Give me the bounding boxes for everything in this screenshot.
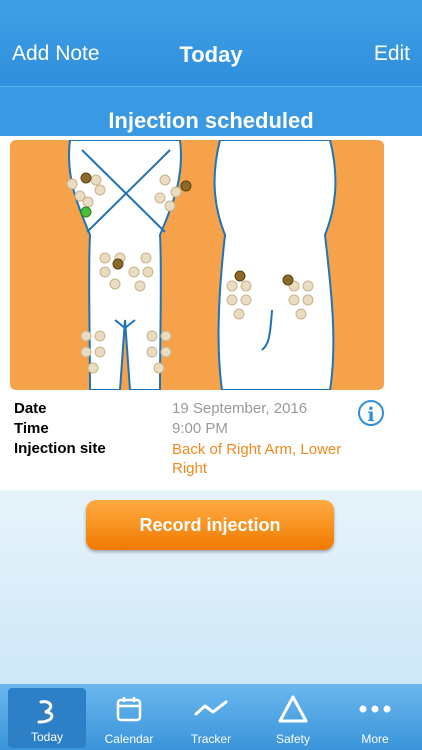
tab-safety-label: Safety (275, 732, 311, 746)
page-title: Today (179, 42, 243, 67)
today-icon (37, 700, 54, 724)
tab-safety[interactable]: Safety (254, 684, 332, 750)
tab-more-label: More (361, 732, 389, 746)
injection-card: Date 19 September, 2016 Time 9:00 PM Inj… (0, 136, 422, 490)
safety-icon (278, 695, 308, 723)
tab-today-label: Today (30, 730, 64, 744)
tab-calendar-label: Calendar (104, 732, 154, 746)
date-value: 19 September, 2016 (172, 400, 308, 417)
body-injection-map[interactable] (10, 140, 384, 390)
body-diagram (10, 140, 384, 390)
tab-today[interactable]: Today (8, 688, 86, 748)
injection-site-label: Injection site (14, 440, 106, 457)
date-label: Date (14, 400, 47, 417)
tab-tracker[interactable]: Tracker (172, 684, 250, 750)
tab-calendar[interactable]: Calendar (90, 684, 168, 750)
more-icon (359, 705, 391, 713)
tab-tracker-label: Tracker (190, 732, 232, 746)
status-banner-text: Injection scheduled (108, 108, 314, 133)
tab-bar: Today Calendar Tracker Safety More (0, 684, 422, 750)
time-label: Time (14, 420, 49, 437)
injection-site-value: Back of Right Arm, Lower Right (172, 441, 342, 477)
status-banner: Injection scheduled (0, 86, 422, 137)
record-injection-button[interactable]: Record injection (86, 500, 334, 550)
time-value: 9:00 PM (172, 420, 228, 437)
tracker-icon (194, 700, 228, 716)
navigation-bar: Add Note Today Edit (0, 0, 422, 86)
tab-more[interactable]: More (336, 684, 414, 750)
edit-button[interactable]: Edit (374, 42, 410, 66)
calendar-icon (116, 697, 142, 722)
info-icon[interactable]: i (358, 400, 384, 426)
